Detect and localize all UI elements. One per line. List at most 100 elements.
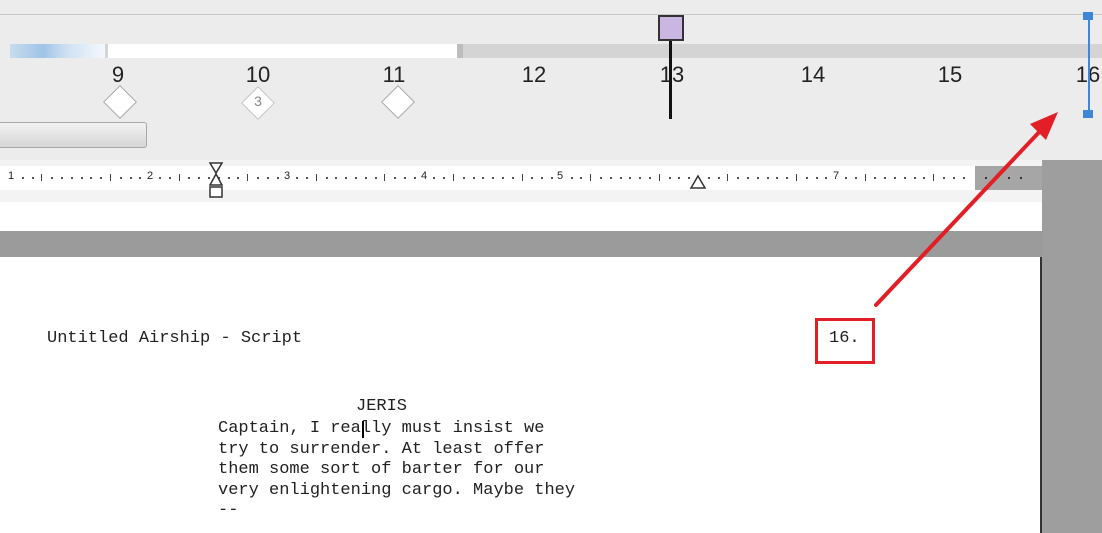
ruler-half-inch-tick xyxy=(521,174,523,181)
playhead-line xyxy=(669,41,672,119)
timeline-marker-label: 3 xyxy=(254,93,262,109)
ruler-dot xyxy=(364,177,367,179)
ruler-dot xyxy=(266,177,269,179)
end-marker-handle-bottom[interactable] xyxy=(1083,110,1093,118)
timeline-tick: 12 xyxy=(521,62,547,87)
ruler-dot xyxy=(227,177,230,179)
ruler-number: 3 xyxy=(283,170,291,182)
ruler-half-inch-tick xyxy=(110,174,111,181)
timeline-tick: 13 xyxy=(652,62,692,88)
ruler-number: 1 xyxy=(7,170,15,182)
ruler-dot xyxy=(443,177,446,179)
dialogue-line[interactable]: Captain, I really must insist we xyxy=(218,419,544,440)
horizontal-scrollbar-thumb[interactable] xyxy=(0,122,147,148)
timeline-overview-window-handle[interactable] xyxy=(457,44,463,58)
dialogue-line[interactable]: very enlightening cargo. Maybe they xyxy=(218,481,575,502)
ruler-dot xyxy=(21,177,24,179)
ruler-dot xyxy=(257,177,259,179)
ruler-half-inch-tick xyxy=(41,174,43,181)
ruler-dot xyxy=(335,177,338,179)
timeline-overview-visited xyxy=(10,44,105,58)
ruler-dot xyxy=(639,177,642,179)
ruler-dot xyxy=(482,177,485,179)
ruler-half-inch-tick xyxy=(453,174,454,181)
ruler-dot xyxy=(492,177,495,179)
ruler-dot xyxy=(825,177,828,179)
ruler-dot xyxy=(276,177,279,179)
ruler-dot xyxy=(80,177,83,179)
ruler-dot xyxy=(462,177,465,179)
ruler-dot xyxy=(776,177,779,179)
ruler-half-inch-tick xyxy=(178,174,180,181)
ruler-dot xyxy=(707,177,710,179)
ruler-dot xyxy=(325,177,328,179)
ruler-dot xyxy=(90,177,93,179)
ruler-dot xyxy=(306,177,308,179)
timeline-divider xyxy=(0,14,1102,15)
ruler-dot xyxy=(786,177,789,179)
ruler-half-inch-tick xyxy=(315,174,317,181)
ruler-dot xyxy=(737,177,740,179)
ruler-dot xyxy=(345,177,348,179)
timeline-tick: 10 xyxy=(245,62,271,87)
ruler-dot xyxy=(51,177,54,179)
dialogue-line[interactable]: try to surrender. At least offer xyxy=(218,440,544,461)
ruler-dot xyxy=(139,177,142,179)
ruler-dot xyxy=(296,177,299,179)
timeline-overview-window[interactable] xyxy=(108,44,463,58)
annotation-arrow-icon xyxy=(874,112,1058,307)
ruler-dot xyxy=(188,177,191,179)
timeline-tick: 11 xyxy=(382,62,406,87)
ruler-dot xyxy=(805,177,808,179)
ruler-dot xyxy=(747,177,749,179)
ruler-dot xyxy=(61,177,63,179)
ruler-dot xyxy=(756,177,759,179)
right-indent-marker-icon[interactable] xyxy=(688,170,708,192)
ruler-dot xyxy=(433,177,436,179)
ruler-dot xyxy=(619,177,622,179)
ruler-dot xyxy=(541,177,544,179)
ruler-dot xyxy=(119,177,122,179)
ruler-dot xyxy=(198,177,201,179)
ruler-dot xyxy=(600,177,602,179)
ruler-dot xyxy=(237,177,240,179)
ruler-dot xyxy=(374,177,377,179)
dialogue-line[interactable]: them some sort of barter for our xyxy=(218,460,544,481)
ruler-dot xyxy=(570,177,573,179)
ruler-dot xyxy=(404,177,406,179)
ruler-dot xyxy=(502,177,504,179)
ruler-half-inch-tick xyxy=(384,174,386,181)
ruler-dot xyxy=(551,177,553,179)
ruler-number: 4 xyxy=(420,170,428,182)
ruler-half-inch-tick xyxy=(796,174,797,181)
character-name[interactable]: JERIS xyxy=(356,397,407,416)
ruler-half-inch-tick xyxy=(658,174,660,181)
ruler-dot xyxy=(472,177,475,179)
ruler-dot xyxy=(649,177,651,179)
ruler-half-inch-tick xyxy=(590,174,592,181)
ruler-dot xyxy=(531,177,534,179)
ruler-dot xyxy=(815,177,818,179)
dialogue-line[interactable]: -- xyxy=(218,501,238,522)
ruler-dot xyxy=(580,177,583,179)
timeline-tick: 15 xyxy=(937,62,963,87)
ruler-half-inch-tick xyxy=(727,174,729,181)
end-marker-line[interactable] xyxy=(1088,18,1090,114)
ruler-dot xyxy=(678,177,681,179)
ruler-dot xyxy=(854,177,857,179)
script-header-title: Untitled Airship - Script xyxy=(47,329,303,348)
ruler-half-inch-tick xyxy=(247,174,249,181)
ruler-dot xyxy=(70,177,73,179)
ruler-dot xyxy=(511,177,514,179)
ruler-dot xyxy=(845,177,847,179)
ruler-dot xyxy=(609,177,612,179)
ruler-number: 7 xyxy=(832,170,840,182)
annotation-highlight-box xyxy=(815,318,875,364)
ruler-dot xyxy=(31,177,34,179)
left-indent-marker-icon[interactable] xyxy=(206,160,226,202)
ruler-dot xyxy=(100,177,103,179)
playhead-handle[interactable] xyxy=(658,15,684,41)
ruler-dot xyxy=(168,177,171,179)
ruler-dot xyxy=(413,177,416,179)
ruler-number: 2 xyxy=(146,170,154,182)
